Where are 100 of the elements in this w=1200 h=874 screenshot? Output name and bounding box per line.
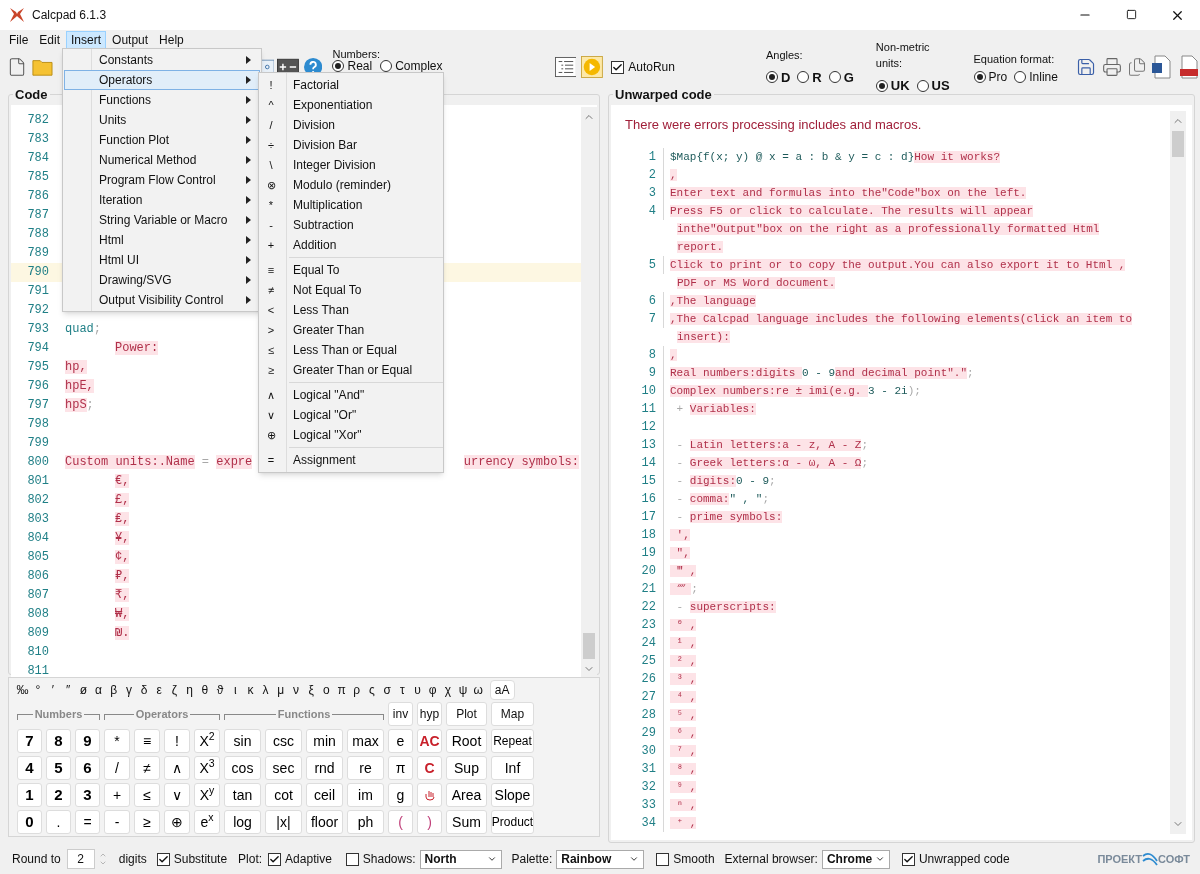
menu-item[interactable]: Output (107, 30, 154, 49)
checkbox[interactable] (156, 852, 170, 866)
menu-entry[interactable]: Constants (64, 50, 260, 70)
keypad-key[interactable]: sec (265, 756, 302, 780)
radio-label[interactable]: Real (347, 60, 373, 72)
keypad-key[interactable]: 8 (46, 729, 71, 753)
keypad-key[interactable]: max (347, 729, 384, 753)
checkbox-label[interactable]: Shadows: (362, 850, 416, 868)
dropdown[interactable]: North (419, 849, 502, 869)
symbol-key[interactable]: ζ (166, 681, 183, 699)
menu-entry[interactable]: Integer Division (293, 156, 376, 174)
keypad-key[interactable]: |x| (265, 810, 302, 834)
radio-button[interactable] (765, 71, 778, 84)
menu-item[interactable]: File (4, 30, 34, 49)
menu-entry[interactable]: Modulo (reminder) (293, 176, 392, 194)
scroll-thumb[interactable] (583, 632, 595, 659)
keypad-key[interactable]: X$^{y}$ (194, 783, 220, 807)
radio-button[interactable] (828, 71, 841, 84)
keypad-key[interactable]: Map (491, 702, 534, 726)
menu-item[interactable]: Help (154, 30, 189, 49)
operator-symbol[interactable]: ! (259, 76, 283, 94)
scrollbar[interactable] (581, 106, 597, 679)
keypad-key[interactable]: AC (417, 729, 442, 753)
menu-entry[interactable]: Subtraction (293, 216, 354, 234)
keypad-key[interactable]: log (224, 810, 261, 834)
keypad-key[interactable]: ∧ (164, 756, 190, 780)
symbol-key[interactable]: τ (394, 681, 410, 699)
keypad-key[interactable]: 0 (17, 810, 42, 834)
menu-item[interactable]: Edit (34, 30, 66, 49)
keypad-key[interactable]: Area (446, 783, 487, 807)
keypad-key[interactable]: 3 (75, 783, 100, 807)
keypad-key[interactable]: 2 (46, 783, 71, 807)
symbol-key[interactable]: ″ (60, 681, 76, 699)
keypad-key[interactable]: Repeat (491, 729, 534, 753)
radio-button[interactable] (875, 79, 888, 92)
symbol-key[interactable]: ξ (303, 681, 319, 699)
keypad-key[interactable]: tan (224, 783, 261, 807)
symbol-key[interactable]: δ (136, 681, 152, 699)
symbol-key[interactable]: κ (242, 681, 258, 699)
operator-symbol[interactable]: \ (259, 156, 283, 174)
menu-entry[interactable]: Iteration (64, 190, 260, 210)
keypad-key[interactable]: csc (265, 729, 302, 753)
keypad-key[interactable]: e (388, 729, 413, 753)
keypad-key[interactable]: = (75, 810, 100, 834)
radio-button[interactable] (797, 71, 810, 84)
radio-button[interactable] (1014, 71, 1027, 84)
keypad-key[interactable]: - (104, 810, 130, 834)
menu-entry[interactable]: Html UI (64, 250, 260, 270)
radio-label[interactable]: Inline (1029, 71, 1058, 84)
menu-entry[interactable]: Division (293, 116, 335, 134)
menu-item[interactable]: Insert (66, 30, 107, 49)
symbol-key[interactable]: ρ (349, 681, 365, 699)
symbol-key[interactable]: ω (470, 681, 486, 699)
keypad-key[interactable]: Inf (491, 756, 534, 780)
operator-symbol[interactable]: ⊗ (259, 176, 283, 194)
radio-label[interactable]: Pro (988, 71, 1008, 84)
symbol-key[interactable]: μ (273, 681, 289, 699)
radio-label[interactable]: D (780, 67, 791, 87)
symbol-key[interactable]: π (333, 681, 350, 699)
symbol-key[interactable]: ψ (455, 681, 471, 699)
symbol-key[interactable]: ° (30, 681, 46, 699)
menu-entry[interactable]: Logical "Xor" (293, 426, 362, 444)
radio-label[interactable]: R (812, 67, 822, 87)
menu-entry[interactable]: Multiplication (293, 196, 363, 214)
keypad-key[interactable]: floor (306, 810, 343, 834)
menu-entry[interactable]: Exponentiation (293, 96, 373, 114)
maximize-icon[interactable] (1126, 8, 1137, 20)
dropdown[interactable]: Rainbow (556, 849, 645, 869)
keypad-key[interactable]: re (347, 756, 384, 780)
round-digits-field[interactable]: 2 (66, 849, 95, 869)
keypad-key[interactable]: cot (265, 783, 302, 807)
keypad-key[interactable]: ph (347, 810, 384, 834)
symbol-key[interactable]: ν (288, 681, 304, 699)
keypad-key[interactable]: X$^{3}$ (194, 756, 220, 780)
checkbox[interactable] (345, 852, 359, 866)
operator-symbol[interactable]: - (259, 216, 283, 234)
menu-entry[interactable]: Drawing/SVG (64, 270, 260, 290)
symbol-key[interactable]: θ (197, 681, 213, 699)
menu-entry[interactable]: Html (64, 230, 260, 250)
keypad-key[interactable]: Plot (446, 702, 487, 726)
copy-icon[interactable] (1126, 56, 1147, 78)
checkbox-label[interactable]: Unwrapped code (918, 850, 1010, 868)
radio-label[interactable]: G (843, 67, 854, 87)
operator-symbol[interactable]: ÷ (259, 136, 283, 154)
menu-entry[interactable]: Less Than (293, 301, 349, 319)
menu-entry[interactable]: Units (64, 110, 260, 130)
checkbox-label[interactable]: Adaptive (285, 850, 332, 868)
checkbox-label[interactable]: Substitute (173, 850, 228, 868)
keypad-key[interactable]: sin (224, 729, 261, 753)
symbol-key[interactable]: ′ (45, 681, 61, 699)
operator-symbol[interactable]: = (259, 451, 283, 469)
menu-entry[interactable]: Equal To (293, 261, 340, 279)
save-icon[interactable] (1075, 56, 1096, 78)
keypad-key[interactable]: ∨ (164, 783, 190, 807)
operator-symbol[interactable]: ⊕ (259, 426, 283, 444)
operator-symbol[interactable]: ≠ (259, 281, 283, 299)
pdf-document-icon[interactable] (1178, 55, 1200, 79)
operator-symbol[interactable]: ≤ (259, 341, 283, 359)
checkbox-label[interactable]: Smooth (673, 850, 715, 868)
menu-entry[interactable]: Addition (293, 236, 337, 254)
